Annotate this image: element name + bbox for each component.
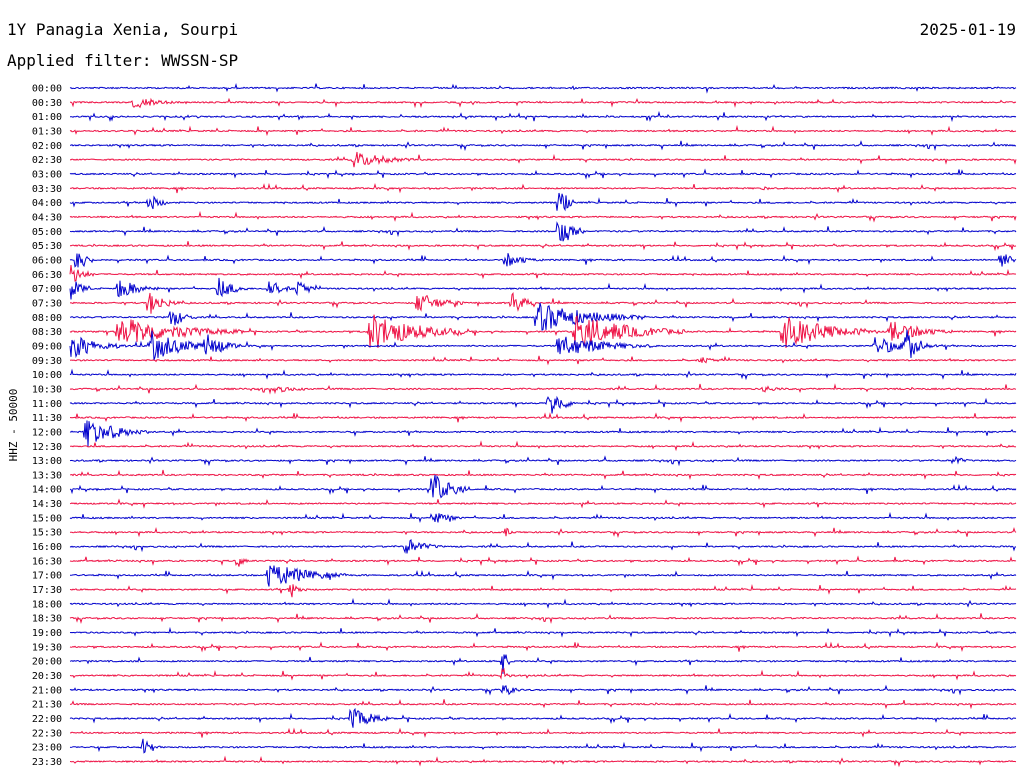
- trace-row-0430: [69, 210, 1017, 223]
- time-label-0000: 00:00: [32, 84, 62, 95]
- trace-row-1830: [69, 612, 1017, 624]
- helicorder-plot: 00:00 00:30 01:00 01:30 02:00 02:30 03:00 03:30…: [7, 83, 1017, 769]
- time-label-1300: 13:00: [32, 456, 62, 467]
- trace-row-0530: [69, 241, 1017, 252]
- trace-row-2200: [69, 707, 1017, 728]
- trace-row-2300: [69, 738, 1017, 754]
- time-label-1000: 10:00: [32, 370, 62, 381]
- time-label-0900: 09:00: [32, 341, 62, 352]
- y-axis-label: HHZ - 50000: [7, 389, 20, 462]
- trace-row-0230: [69, 151, 1017, 168]
- seismic-traces: [69, 83, 1017, 768]
- time-label-1200: 12:00: [32, 427, 62, 438]
- time-labels: 00:00 00:30 01:00 01:30 02:00 02:30 03:00 03:30…: [32, 84, 62, 769]
- time-label-0300: 03:00: [32, 170, 62, 181]
- trace-row-1330: [69, 469, 1017, 480]
- trace-row-1200: [69, 420, 1017, 447]
- time-label-2330: 23:30: [32, 757, 62, 768]
- time-label-2000: 20:00: [32, 657, 62, 668]
- time-label-1730: 17:30: [32, 585, 62, 596]
- time-label-1500: 15:00: [32, 513, 62, 524]
- time-label-1800: 18:00: [32, 599, 62, 610]
- trace-row-0500: [69, 221, 1017, 242]
- trace-row-0030: [69, 97, 1017, 109]
- trace-row-0000: [69, 83, 1017, 94]
- time-label-0500: 05:00: [32, 227, 62, 238]
- time-label-0800: 08:00: [32, 313, 62, 324]
- time-label-1900: 19:00: [32, 628, 62, 639]
- time-label-2100: 21:00: [32, 685, 62, 696]
- trace-row-1730: [69, 584, 1017, 598]
- time-label-1930: 19:30: [32, 642, 62, 653]
- time-label-1430: 14:30: [32, 499, 62, 510]
- time-label-2200: 22:00: [32, 714, 62, 725]
- time-label-1230: 12:30: [32, 442, 62, 453]
- trace-row-1800: [69, 597, 1017, 609]
- time-label-0200: 02:00: [32, 141, 62, 152]
- trace-row-1430: [69, 498, 1017, 509]
- trace-row-0300: [69, 168, 1017, 180]
- time-label-1630: 16:30: [32, 556, 62, 567]
- time-label-2230: 22:30: [32, 728, 62, 739]
- time-label-2300: 23:00: [32, 743, 62, 754]
- trace-row-1230: [69, 440, 1017, 452]
- trace-row-0400: [69, 192, 1017, 212]
- time-label-0630: 06:30: [32, 270, 62, 281]
- trace-row-1900: [69, 626, 1017, 638]
- trace-row-0630: [69, 265, 1017, 282]
- trace-row-1030: [69, 383, 1017, 395]
- trace-row-0330: [69, 182, 1017, 194]
- time-label-0600: 06:00: [32, 256, 62, 267]
- trace-row-1130: [69, 412, 1017, 423]
- trace-row-1300: [69, 455, 1017, 467]
- trace-row-1000: [69, 368, 1017, 381]
- time-label-0930: 09:30: [32, 356, 62, 367]
- time-label-1130: 11:30: [32, 413, 62, 424]
- trace-row-2100: [69, 684, 1017, 696]
- trace-row-0130: [69, 124, 1017, 137]
- time-label-1530: 15:30: [32, 528, 62, 539]
- time-label-0430: 04:30: [32, 213, 62, 224]
- trace-row-1530: [69, 526, 1017, 538]
- trace-row-1930: [69, 641, 1017, 653]
- trace-row-2230: [70, 727, 1017, 738]
- time-label-0330: 03:30: [32, 184, 62, 195]
- time-label-0030: 00:30: [32, 98, 62, 109]
- trace-row-1100: [69, 395, 1017, 414]
- time-label-0400: 04:00: [32, 198, 62, 209]
- time-label-0730: 07:30: [32, 298, 62, 309]
- trace-row-2000: [69, 654, 1017, 674]
- trace-row-0800: [69, 302, 1017, 331]
- time-label-1330: 13:30: [32, 470, 62, 481]
- time-label-2130: 21:30: [32, 700, 62, 711]
- time-label-1830: 18:30: [32, 614, 62, 625]
- time-label-1400: 14:00: [32, 485, 62, 496]
- trace-row-0200: [70, 140, 1017, 152]
- trace-row-0700: [69, 277, 1017, 300]
- time-label-0100: 01:00: [32, 112, 62, 123]
- time-label-0530: 05:30: [32, 241, 62, 252]
- trace-row-1600: [69, 538, 1017, 554]
- time-label-0700: 07:00: [32, 284, 62, 295]
- trace-row-1630: [69, 555, 1017, 567]
- trace-row-2130: [69, 699, 1017, 710]
- time-label-0230: 02:30: [32, 155, 62, 166]
- trace-row-0100: [70, 110, 1017, 123]
- trace-row-2330: [69, 755, 1017, 768]
- trace-row-2030: [69, 667, 1017, 681]
- time-label-2030: 20:30: [32, 671, 62, 682]
- trace-row-0730: [69, 292, 1016, 314]
- time-label-0830: 08:30: [32, 327, 62, 338]
- time-label-1100: 11:00: [32, 399, 62, 410]
- trace-row-1700: [70, 565, 1017, 587]
- time-label-1600: 16:00: [32, 542, 62, 553]
- trace-row-1400: [69, 474, 1017, 499]
- trace-row-0930: [69, 355, 1017, 366]
- time-label-0130: 01:30: [32, 127, 62, 138]
- trace-row-0600: [69, 253, 1017, 268]
- trace-row-1500: [69, 511, 1017, 523]
- time-label-1030: 10:30: [32, 384, 62, 395]
- time-label-1700: 17:00: [32, 571, 62, 582]
